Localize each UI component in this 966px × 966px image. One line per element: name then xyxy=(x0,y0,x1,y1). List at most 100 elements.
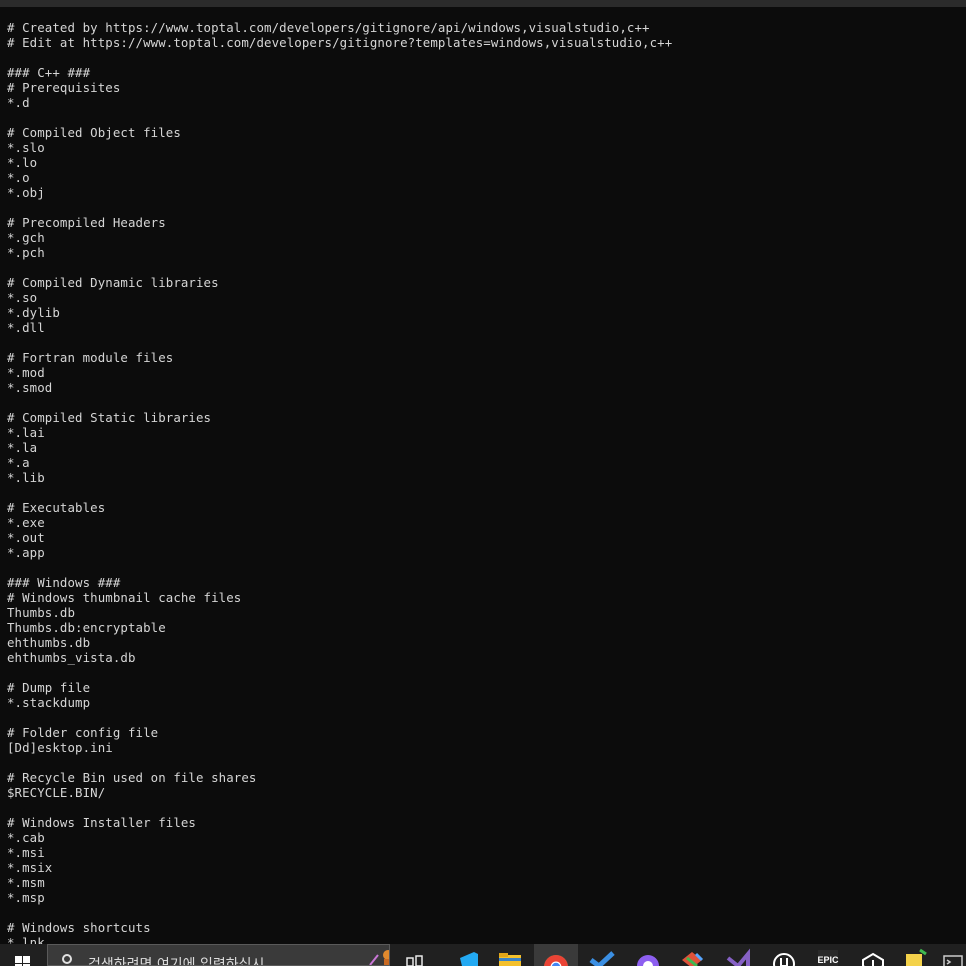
git-icon xyxy=(682,952,704,966)
search-highlight-art-icon xyxy=(369,950,389,965)
terminal-line: *.dylib xyxy=(7,305,60,320)
terminal-line: *.app xyxy=(7,545,45,560)
terminal-line: *.msp xyxy=(7,890,45,905)
terminal-line: *.mod xyxy=(7,365,45,380)
visual-studio-check-icon xyxy=(589,951,615,966)
search-icon xyxy=(62,954,72,964)
unreal-engine-icon xyxy=(773,953,795,966)
terminal-line: *.lai xyxy=(7,425,45,440)
terminal-line: # Fortran module files xyxy=(7,350,174,365)
terminal-line: *.a xyxy=(7,455,30,470)
terminal-output[interactable]: # Created by https://www.toptal.com/deve… xyxy=(0,7,966,944)
terminal-line: *.exe xyxy=(7,515,45,530)
visual-studio-taskbar-button[interactable] xyxy=(718,944,758,966)
terminal-line: # Folder config file xyxy=(7,725,159,740)
epic-label: EPIC xyxy=(817,955,839,965)
terminal-line: *.lo xyxy=(7,155,38,170)
notes-taskbar-button[interactable] xyxy=(896,944,932,966)
terminal-line: [Dd]esktop.ini xyxy=(7,740,113,755)
search-placeholder: 검색하려면 여기에 입력하십시 xyxy=(88,957,265,966)
terminal-line: # Executables xyxy=(7,500,106,515)
task-view-button[interactable] xyxy=(398,944,432,966)
git-tool-taskbar-button[interactable] xyxy=(672,944,712,966)
terminal-line: $RECYCLE.BIN/ xyxy=(7,785,106,800)
epic-games-taskbar-button[interactable]: EPIC xyxy=(808,944,848,966)
terminal-line: # Windows thumbnail cache files xyxy=(7,590,242,605)
terminal-line: *.msm xyxy=(7,875,45,890)
terminal-line: Thumbs.db xyxy=(7,605,76,620)
terminal-line: # Compiled Object files xyxy=(7,125,181,140)
notes-icon xyxy=(906,948,927,966)
window-title-bar[interactable] xyxy=(0,0,966,7)
epic-games-icon: EPIC xyxy=(817,950,839,966)
unity-taskbar-button[interactable] xyxy=(854,944,892,966)
todo-check-taskbar-button[interactable] xyxy=(582,944,622,966)
terminal-lines: # Created by https://www.toptal.com/deve… xyxy=(7,20,672,944)
windows-start-icon xyxy=(15,956,30,966)
terminal-line: *.smod xyxy=(7,380,53,395)
chrome-icon xyxy=(544,955,568,966)
terminal-line: *.so xyxy=(7,290,38,305)
terminal-line: *.d xyxy=(7,95,30,110)
terminal-line: *.out xyxy=(7,530,45,545)
terminal-line: ehthumbs.db xyxy=(7,635,91,650)
unity-icon xyxy=(862,952,884,966)
terminal-line: *.la xyxy=(7,440,38,455)
terminal-line: # Compiled Static libraries xyxy=(7,410,212,425)
terminal-line: *.dll xyxy=(7,320,45,335)
terminal-line: *.slo xyxy=(7,140,45,155)
visual-studio-icon xyxy=(726,948,750,966)
terminal-line: Thumbs.db:encryptable xyxy=(7,620,166,635)
terminal-line: # Edit at https://www.toptal.com/develop… xyxy=(7,35,673,50)
terminal-line: *.gch xyxy=(7,230,45,245)
file-explorer-taskbar-button[interactable] xyxy=(490,944,530,966)
terminal-line: # Compiled Dynamic libraries xyxy=(7,275,219,290)
terminal-line: *.o xyxy=(7,170,30,185)
terminal-taskbar-button[interactable] xyxy=(936,944,966,966)
taskbar-search-box[interactable]: 검색하려면 여기에 입력하십시 xyxy=(47,944,390,966)
start-button[interactable] xyxy=(0,944,46,966)
terminal-line: ### Windows ### xyxy=(7,575,121,590)
task-view-icon xyxy=(406,955,423,966)
unreal-engine-taskbar-button[interactable] xyxy=(764,944,804,966)
terminal-line: *.msix xyxy=(7,860,53,875)
file-explorer-icon xyxy=(499,953,521,966)
terminal-line: *.pch xyxy=(7,245,45,260)
terminal-line: *.obj xyxy=(7,185,45,200)
visual-studio-code-icon xyxy=(460,952,478,966)
terminal-line: *.cab xyxy=(7,830,45,845)
vscode-taskbar-button[interactable] xyxy=(448,944,488,966)
terminal-line: *.stackdump xyxy=(7,695,91,710)
terminal-line: # Precompiled Headers xyxy=(7,215,166,230)
chrome-taskbar-button[interactable] xyxy=(534,944,578,966)
terminal-icon xyxy=(943,955,963,966)
terminal-line: # Created by https://www.toptal.com/deve… xyxy=(7,20,650,35)
terminal-line: # Recycle Bin used on file shares xyxy=(7,770,257,785)
terminal-line: *.msi xyxy=(7,845,45,860)
terminal-line: # Windows Installer files xyxy=(7,815,196,830)
terminal-line: ### C++ ### xyxy=(7,65,91,80)
terminal-line: # Windows shortcuts xyxy=(7,920,151,935)
terminal-line: *.lnk xyxy=(7,935,45,944)
desktop-screen: # Created by https://www.toptal.com/deve… xyxy=(0,0,966,966)
terminal-line: # Prerequisites xyxy=(7,80,121,95)
terminal-line: # Dump file xyxy=(7,680,91,695)
terminal-line: ehthumbs_vista.db xyxy=(7,650,136,665)
github-desktop-taskbar-button[interactable] xyxy=(628,944,668,966)
github-desktop-icon xyxy=(637,955,659,966)
taskbar: 검색하려면 여기에 입력하십시 EPIC xyxy=(0,944,966,966)
terminal-line: *.lib xyxy=(7,470,45,485)
